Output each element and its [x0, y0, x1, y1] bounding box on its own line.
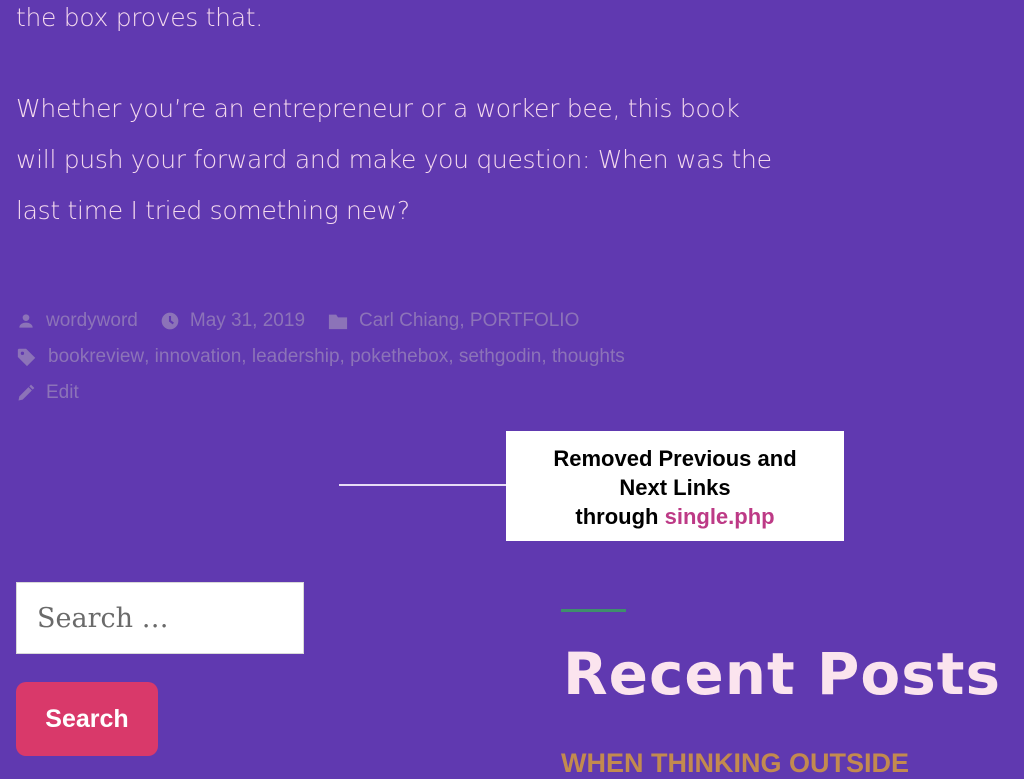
- widget-divider: [561, 609, 626, 612]
- annotation-line: Removed Previous and: [553, 446, 797, 471]
- meta-row-tags: bookreview, innovation, leadership, poke…: [16, 346, 625, 368]
- article-paragraph: Whether you’re an entrepreneur or a work…: [16, 94, 772, 225]
- person-icon: [19, 314, 33, 328]
- annotation-callout: Removed Previous and Next Links through …: [506, 431, 844, 541]
- recent-post-link[interactable]: WHEN THINKING OUTSIDE: [561, 748, 909, 779]
- tag-link[interactable]: sethgodin: [459, 346, 541, 368]
- pencil-icon: [18, 384, 35, 401]
- tag-link[interactable]: innovation: [155, 346, 242, 368]
- edit-link[interactable]: Edit: [46, 382, 79, 404]
- search-button[interactable]: Search: [16, 682, 158, 756]
- tag-link[interactable]: leadership: [252, 346, 340, 368]
- article-paragraph: the box proves that.: [16, 3, 263, 32]
- tag-icon: [17, 348, 36, 367]
- meta-row-byline: wordyword May 31, 2019 Carl Chiang, PORT…: [16, 310, 579, 332]
- folder-icon: [328, 314, 348, 330]
- tag-link[interactable]: thoughts: [552, 346, 625, 368]
- annotation-highlight: single.php: [664, 504, 775, 529]
- clock-icon: [161, 312, 179, 330]
- search-input[interactable]: [16, 582, 304, 654]
- category-link[interactable]: Carl Chiang: [359, 310, 459, 332]
- tag-link[interactable]: pokethebox: [350, 346, 448, 368]
- date-link[interactable]: May 31, 2019: [190, 310, 305, 332]
- annotation-line: through single.php: [575, 504, 775, 529]
- annotation-connector-line: [339, 484, 507, 486]
- meta-row-edit: Edit: [16, 382, 79, 404]
- tag-link[interactable]: bookreview: [48, 346, 144, 368]
- recent-posts-heading: Recent Posts: [563, 640, 1002, 708]
- category-link[interactable]: PORTFOLIO: [470, 310, 579, 332]
- author-link[interactable]: wordyword: [46, 310, 138, 332]
- annotation-line: Next Links: [619, 475, 731, 500]
